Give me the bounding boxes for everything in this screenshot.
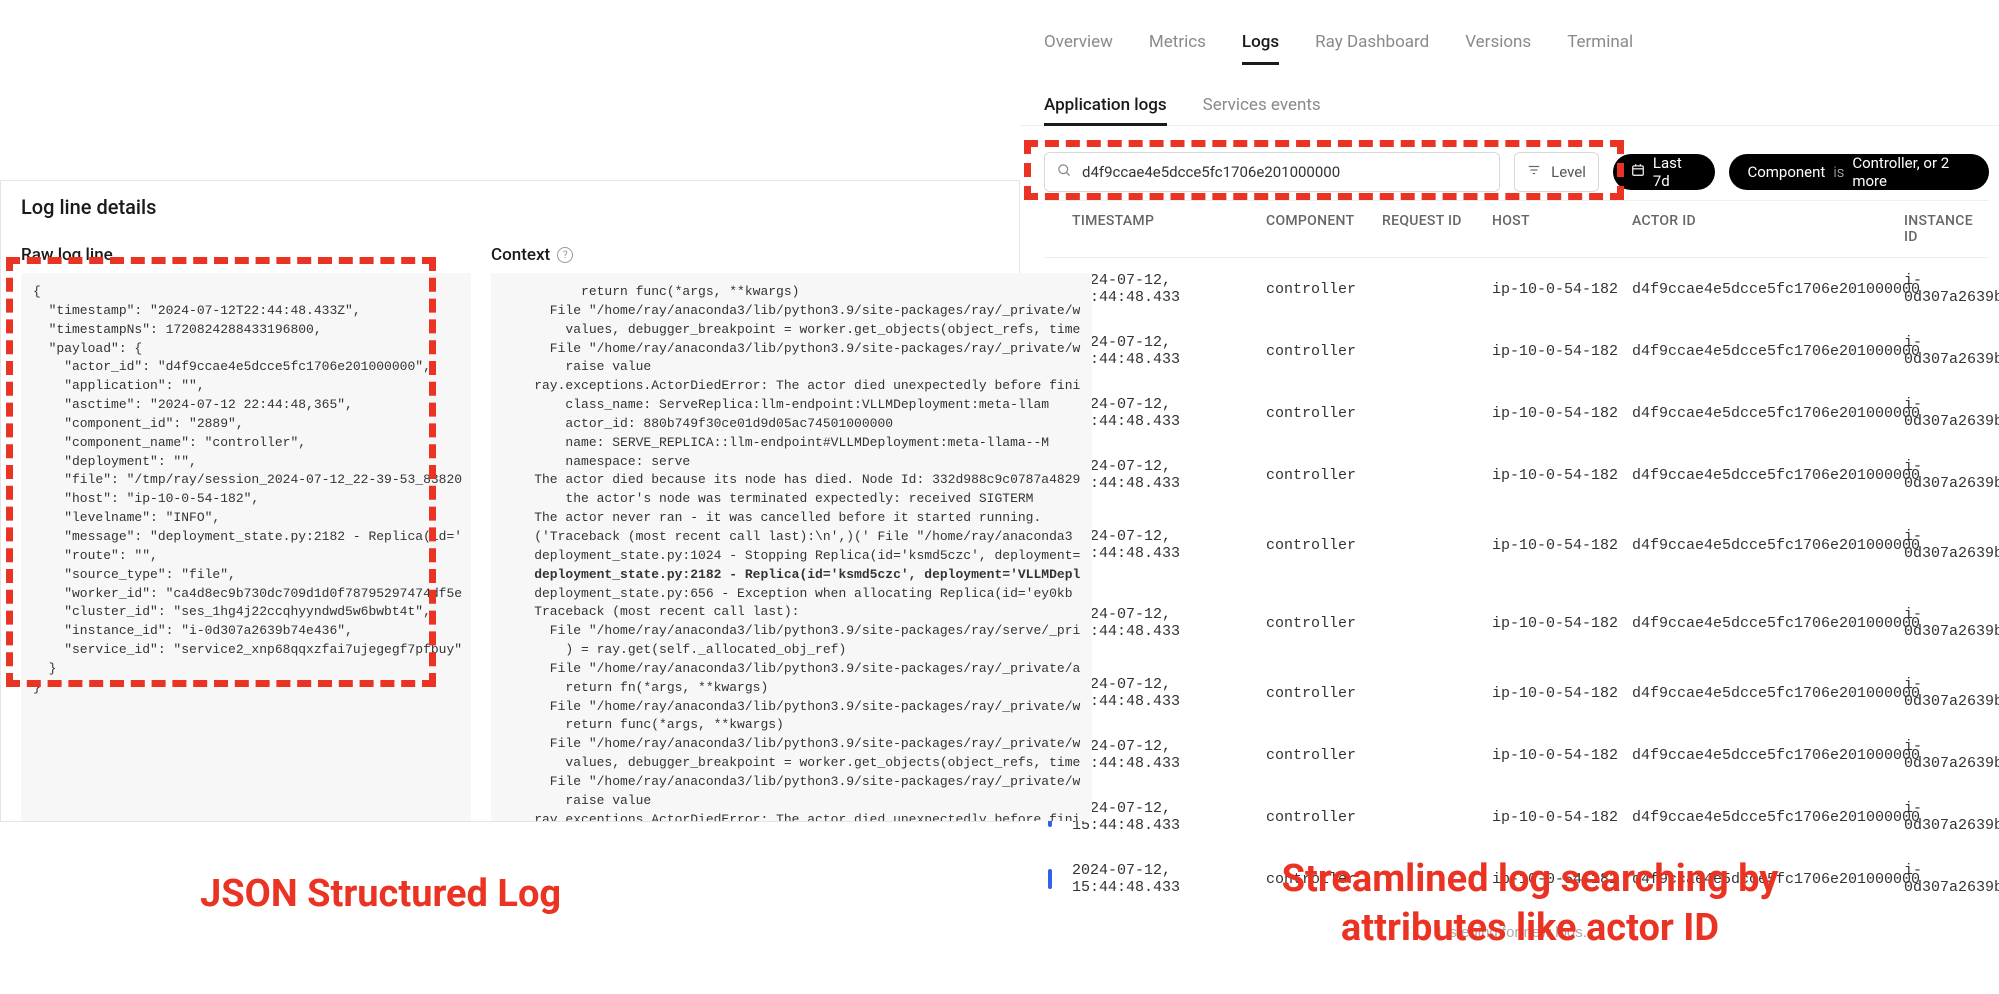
table-row[interactable]: 2024-07-12, 15:44:48.433controller ip-10-…: [1044, 320, 1989, 382]
log-table-header: TIMESTAMPCOMPONENTREQUEST IDHOSTACTOR ID…: [1044, 200, 1989, 258]
component-filter-pill[interactable]: Component is Controller, or 2 more: [1729, 154, 1989, 190]
cell-actor-id: d4f9ccae4e5dcce5fc1706e201000000: [1632, 343, 1900, 360]
cell-instance-id: i-0d307a2639b74e436: [1904, 862, 1999, 896]
log-details-panel: Log line details Raw log line { "timesta…: [0, 180, 1020, 822]
table-row[interactable]: 2024-07-12, 15:44:48.433controller ip-10-…: [1044, 724, 1989, 786]
cell-component: controller: [1266, 467, 1378, 484]
subtab-services-events[interactable]: Services events: [1203, 95, 1321, 126]
tab-terminal[interactable]: Terminal: [1567, 32, 1633, 65]
cell-instance-id: i-0d307a2639b74e436: [1904, 334, 1999, 368]
table-row[interactable]: 2024-07-12, 15:44:48.433controller ip-10-…: [1044, 584, 1989, 662]
tab-versions[interactable]: Versions: [1465, 32, 1531, 65]
cell-instance-id: i-0d307a2639b74e436: [1904, 272, 1999, 306]
cell-actor-id: d4f9ccae4e5dcce5fc1706e201000000: [1632, 405, 1900, 422]
annotation-left: JSON Structured Log: [200, 870, 561, 919]
cell-timestamp: 2024-07-12, 15:44:48.433: [1072, 738, 1262, 772]
cell-actor-id: d4f9ccae4e5dcce5fc1706e201000000: [1632, 685, 1900, 702]
cell-component: controller: [1266, 281, 1378, 298]
column-header[interactable]: HOST: [1492, 213, 1628, 245]
cell-actor-id: d4f9ccae4e5dcce5fc1706e201000000: [1632, 615, 1900, 632]
column-header[interactable]: COMPONENT: [1266, 213, 1378, 245]
log-details-title: Log line details: [21, 195, 999, 219]
tab-ray-dashboard[interactable]: Ray Dashboard: [1315, 32, 1429, 65]
time-range-pill[interactable]: Last 7d: [1613, 154, 1716, 190]
cell-instance-id: i-0d307a2639b74e436: [1904, 458, 1999, 492]
table-row[interactable]: 2024-07-12, 15:44:48.433controller ip-10-…: [1044, 258, 1989, 320]
cell-host: ip-10-0-54-182: [1492, 281, 1628, 298]
cell-instance-id: i-0d307a2639b74e436: [1904, 606, 1999, 640]
cell-timestamp: 2024-07-12, 15:44:48.433: [1072, 606, 1262, 640]
cell-host: ip-10-0-54-182: [1492, 343, 1628, 360]
table-row[interactable]: 2024-07-12, 15:44:48.433controller ip-10-…: [1044, 444, 1989, 506]
cell-timestamp: 2024-07-12, 15:44:48.433: [1072, 272, 1262, 306]
subtab-application-logs[interactable]: Application logs: [1044, 95, 1167, 126]
table-row[interactable]: 2024-07-12, 15:44:48.433controller ip-10-…: [1044, 786, 1989, 848]
filter-icon: [1527, 163, 1541, 181]
tab-metrics[interactable]: Metrics: [1149, 32, 1206, 65]
annotation-right: Streamlined log searching by attributes …: [1250, 855, 1810, 954]
cell-actor-id: d4f9ccae4e5dcce5fc1706e201000000: [1632, 809, 1900, 826]
cell-instance-id: i-0d307a2639b74e436: [1904, 676, 1999, 710]
cell-host: ip-10-0-54-182: [1492, 467, 1628, 484]
log-sub-tabs: Application logs Services events: [1020, 65, 1999, 126]
cell-actor-id: d4f9ccae4e5dcce5fc1706e201000000: [1632, 281, 1900, 298]
cell-host: ip-10-0-54-182: [1492, 747, 1628, 764]
cell-component: controller: [1266, 405, 1378, 422]
cell-component: controller: [1266, 343, 1378, 360]
tab-logs[interactable]: Logs: [1242, 32, 1279, 65]
table-row[interactable]: 2024-07-12, 15:44:48.433controller ip-10-…: [1044, 382, 1989, 444]
cell-host: ip-10-0-54-182: [1492, 685, 1628, 702]
column-header[interactable]: ACTOR ID: [1632, 213, 1900, 245]
raw-log-line-heading: Raw log line: [21, 245, 471, 265]
cell-instance-id: i-0d307a2639b74e436: [1904, 800, 1999, 834]
tab-overview[interactable]: Overview: [1044, 32, 1113, 65]
calendar-icon: [1631, 163, 1645, 181]
cell-timestamp: 2024-07-12, 15:44:48.433: [1072, 528, 1262, 562]
column-header[interactable]: TIMESTAMP: [1072, 213, 1262, 245]
cell-timestamp: 2024-07-12, 15:44:48.433: [1072, 334, 1262, 368]
cell-component: controller: [1266, 537, 1378, 554]
cell-instance-id: i-0d307a2639b74e436: [1904, 738, 1999, 772]
cell-host: ip-10-0-54-182: [1492, 809, 1628, 826]
cell-component: controller: [1266, 685, 1378, 702]
search-icon: [1057, 163, 1072, 182]
cell-component: controller: [1266, 747, 1378, 764]
cell-host: ip-10-0-54-182: [1492, 537, 1628, 554]
cell-timestamp: 2024-07-12, 15:44:48.433: [1072, 862, 1262, 896]
cell-actor-id: d4f9ccae4e5dcce5fc1706e201000000: [1632, 747, 1900, 764]
cell-instance-id: i-0d307a2639b74e436: [1904, 396, 1999, 430]
column-header[interactable]: INSTANCE ID: [1904, 213, 1989, 245]
cell-actor-id: d4f9ccae4e5dcce5fc1706e201000000: [1632, 467, 1900, 484]
cell-host: ip-10-0-54-182: [1492, 615, 1628, 632]
cell-actor-id: d4f9ccae4e5dcce5fc1706e201000000: [1632, 537, 1900, 554]
log-level-bar: [1048, 869, 1052, 889]
column-header[interactable]: REQUEST ID: [1382, 213, 1488, 245]
cell-component: controller: [1266, 615, 1378, 632]
help-icon[interactable]: ?: [557, 247, 573, 263]
level-filter-button[interactable]: Level: [1514, 152, 1599, 192]
cell-instance-id: i-0d307a2639b74e436: [1904, 528, 1999, 562]
table-row[interactable]: 2024-07-12, 15:44:48.433controller ip-10-…: [1044, 662, 1989, 724]
cell-timestamp: 2024-07-12, 15:44:48.433: [1072, 458, 1262, 492]
main-nav-tabs: Overview Metrics Logs Ray Dashboard Versions…: [1020, 0, 1999, 65]
context-log-block[interactable]: return func(*args, **kwargs) File "/home…: [491, 273, 1092, 821]
cell-timestamp: 2024-07-12, 15:44:48.433: [1072, 800, 1262, 834]
cell-timestamp: 2024-07-12, 15:44:48.433: [1072, 396, 1262, 430]
table-row[interactable]: 2024-07-12, 15:44:48.433controller ip-10-…: [1044, 506, 1989, 584]
cell-timestamp: 2024-07-12, 15:44:48.433: [1072, 676, 1262, 710]
cell-host: ip-10-0-54-182: [1492, 405, 1628, 422]
search-input[interactable]: d4f9ccae4e5dcce5fc1706e201000000: [1044, 152, 1500, 192]
cell-component: controller: [1266, 809, 1378, 826]
raw-log-json-block[interactable]: { "timestamp": "2024-07-12T22:44:48.433Z…: [21, 273, 471, 821]
context-heading: Context ?: [491, 245, 1092, 265]
